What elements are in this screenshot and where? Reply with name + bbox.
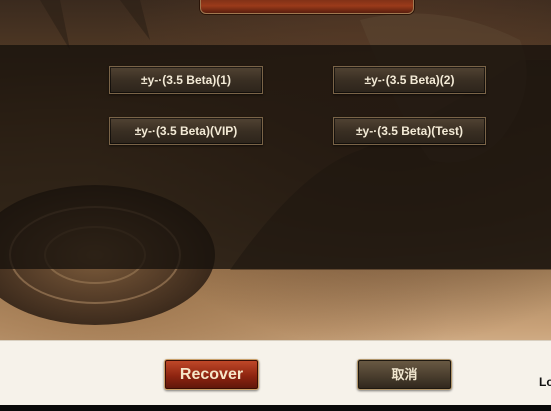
launcher-window: ±y-·(3.5 Beta)(1) ±y-·(3.5 Beta)(2) ±y-·… <box>0 0 551 411</box>
cancel-button[interactable]: 取消 <box>357 359 452 390</box>
trailing-label: Lo <box>539 375 551 389</box>
bottom-edge <box>0 405 551 411</box>
footer-bar <box>0 340 551 406</box>
server-button-vip[interactable]: ±y-·(3.5 Beta)(VIP) <box>109 117 263 145</box>
server-button-1[interactable]: ±y-·(3.5 Beta)(1) <box>109 66 263 94</box>
recover-button[interactable]: Recover <box>164 359 259 390</box>
top-banner-tab <box>200 0 414 14</box>
server-button-2[interactable]: ±y-·(3.5 Beta)(2) <box>333 66 486 94</box>
server-button-test[interactable]: ±y-·(3.5 Beta)(Test) <box>333 117 486 145</box>
